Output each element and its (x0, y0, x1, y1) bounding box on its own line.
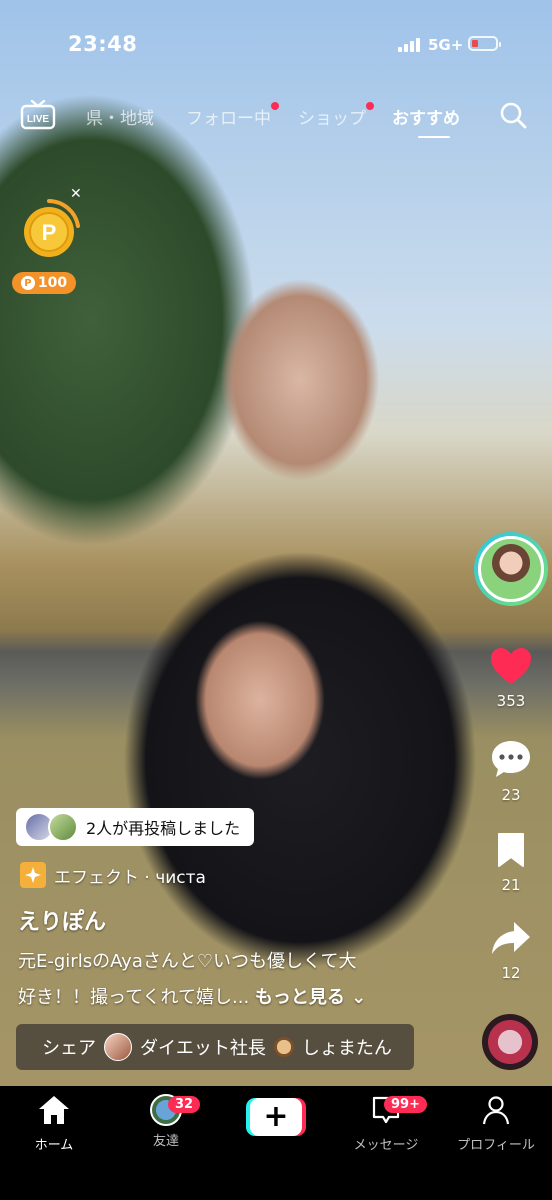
repost-text: 2人が再投稿しました (86, 819, 241, 838)
save-count: 21 (501, 876, 521, 894)
comment-count: 23 (501, 786, 521, 804)
notification-dot (366, 102, 374, 110)
tab-home[interactable]: ホーム (4, 1094, 104, 1153)
avatar (104, 1033, 132, 1061)
effect-icon (20, 862, 46, 888)
effect-link[interactable]: エフェクト · чиста (20, 862, 206, 888)
repost-banner[interactable]: 2人が再投稿しました (16, 808, 255, 846)
profile-icon (482, 1096, 510, 1125)
like-button[interactable]: 353 (482, 646, 540, 710)
tab-recommended[interactable]: おすすめ (392, 104, 460, 129)
active-tab-indicator (418, 136, 450, 138)
comment-button[interactable]: 23 (482, 738, 540, 804)
close-icon[interactable]: ✕ (70, 186, 82, 202)
svg-text:LIVE: LIVE (27, 114, 50, 125)
plus-icon: + (250, 1098, 302, 1136)
save-button[interactable]: 21 (482, 830, 540, 894)
tab-region[interactable]: 県・地域 (86, 104, 154, 129)
messages-badge: 99+ (384, 1096, 427, 1113)
caption-line: 元E-girlsのAyaさんと♡いつも優しくて大 (18, 951, 357, 972)
effect-label: エフェクト · чиста (54, 867, 206, 888)
creator-avatar[interactable] (474, 532, 548, 606)
author-name[interactable]: えりぽん (18, 904, 106, 936)
notification-dot (271, 102, 279, 110)
share-button[interactable]: 12 (482, 918, 540, 982)
bookmark-icon (498, 833, 524, 867)
svg-text:P: P (42, 220, 57, 245)
like-count: 353 (496, 692, 526, 710)
status-bar: 23:48 5G+ (0, 30, 552, 60)
share-suggestion-bar[interactable]: シェア ダイエット社長 しょまたん (16, 1024, 414, 1070)
status-time: 23:48 (68, 32, 138, 56)
share-target-name: ダイエット社長 (140, 1038, 266, 1059)
signal-icon (398, 38, 420, 52)
tab-friends[interactable]: 友達 32 (116, 1094, 216, 1149)
share-count: 12 (501, 964, 521, 982)
avatar (48, 812, 78, 842)
tab-following[interactable]: フォロー中 (186, 102, 279, 129)
tab-shop[interactable]: ショップ (298, 102, 374, 129)
points-badge: P 100 (12, 272, 76, 294)
top-nav: LIVE 県・地域 フォロー中 ショップ おすすめ (0, 98, 552, 138)
caption-line: 好き！！撮ってくれて嬉し... もっと見る ⌄ (18, 987, 367, 1008)
live-button[interactable]: LIVE (20, 99, 56, 130)
point-icon: P (20, 276, 35, 290)
friends-badge: 32 (168, 1096, 201, 1113)
search-icon (500, 102, 527, 129)
bottom-tab-bar: ホーム 友達 32 + メッセージ 99+ プロフィール (0, 1086, 552, 1200)
heart-icon (491, 648, 531, 684)
share-label: シェア (42, 1038, 96, 1059)
avatar (273, 1037, 294, 1057)
battery-icon (468, 36, 501, 51)
tab-messages[interactable]: メッセージ 99+ (336, 1094, 436, 1153)
share-target-name: しょまたん (301, 1038, 392, 1059)
network-type: 5G+ (428, 36, 464, 54)
music-disc[interactable] (482, 1014, 538, 1070)
live-tv-icon: LIVE (20, 99, 56, 130)
create-post-button[interactable]: + (246, 1098, 306, 1136)
see-more-link[interactable]: もっと見る ⌄ (255, 987, 366, 1008)
coin-icon: P (24, 199, 80, 257)
search-button[interactable] (498, 100, 528, 134)
share-arrow-icon (492, 922, 530, 954)
home-icon (39, 1096, 69, 1124)
tab-profile[interactable]: プロフィール (446, 1094, 546, 1153)
post-caption[interactable]: 元E-girlsのAyaさんと♡いつも優しくて大 好き！！撮ってくれて嬉し...… (18, 944, 418, 1016)
comment-icon (492, 741, 530, 777)
